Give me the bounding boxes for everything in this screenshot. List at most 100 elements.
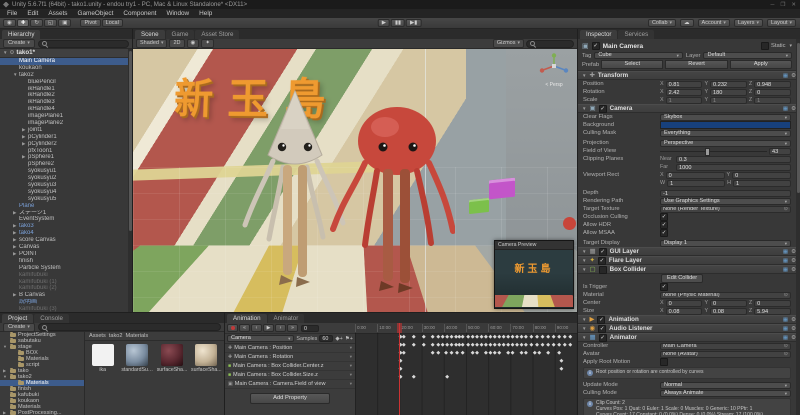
keyframe-rotation[interactable]: ◆ [488,350,492,356]
pause-button[interactable]: ▮▮ [390,19,406,27]
component-enabled-checkbox[interactable]: ✓ [598,247,607,256]
anim-play-button[interactable]: ▶ [263,324,274,332]
hierarchy-item[interactable]: ▶ tako4 [0,230,132,237]
reference-icon[interactable]: ▦ [783,317,788,323]
hierarchy-item[interactable]: ▶ pCylinder1 [0,134,132,141]
menu-item[interactable]: GameObject [73,10,119,17]
project-search-input[interactable] [37,323,221,331]
inspector-tab[interactable]: Services [618,30,655,39]
field-of-view-slider[interactable] [660,148,767,156]
hierarchy-item[interactable]: kamifubuki (1) [0,279,132,286]
hand-tool-icon[interactable]: ◉ [3,19,16,27]
keyframe-combined[interactable]: ◆ [546,334,550,340]
asset-item[interactable]: surfaceSha... [191,344,222,373]
avatar-object-field[interactable]: None (Avatar) ⊙ [660,350,791,358]
h-field[interactable]: 1 [733,179,791,187]
keyframe-rotation[interactable]: ◆ [557,350,561,356]
prefab-select-button[interactable]: Select [601,60,664,69]
keyframe-rotation[interactable]: ◆ [533,350,537,356]
keyframe-combined[interactable]: ◆ [471,334,475,340]
step-button[interactable]: ▶▮ [406,19,422,27]
keyframe-position[interactable]: ◆ [488,342,492,348]
component-header-audio-listener[interactable]: ▼ ◉ ✓ Audio Listener ▦ ⚙ [578,324,800,333]
hierarchy-search-input[interactable] [37,39,129,48]
dopesheet[interactable]: ◆ ◆ ◆ ◆ ◆ ◆ ◆ ◆ ◆ ◆ ◆ ◆ ◆ ◆ ◆ ◆ ◆ ◆ ◆ ◆ ◆ ◆ ◆ ◆ ◆ ◆ ◆ ◆ ◆ ◆ ◆ ◆ ◆ ◆ ◆ ◆ ◆ ◆ ◆ ◆… [355,333,577,415]
asset-item[interactable]: surfaceSha... [156,344,187,373]
component-enabled-checkbox[interactable]: ✓ [597,256,606,265]
prev-key-button[interactable]: ‹ [251,324,262,332]
gameobject-active-checkbox[interactable]: ✓ [591,42,600,50]
keyframe-position[interactable]: ◆ [502,342,506,348]
clip-dropdown[interactable]: Camera ▾ [227,335,295,342]
scene-search-input[interactable] [526,39,574,48]
prefab-revert-button[interactable]: Revert [665,60,728,69]
keyframe-combined[interactable]: ◆ [412,334,416,340]
last-frame-button[interactable]: » [287,324,298,332]
scene-audio-icon[interactable]: ◉ [186,39,200,48]
hierarchy-item[interactable]: Main Camera [0,58,132,65]
cloud-icon[interactable]: ☁ [680,19,694,27]
animated-property-row[interactable]: ■ Main Camera : Box Collider.Size.z ▾ [225,371,355,380]
hierarchy-item[interactable]: syokusyu4 [0,189,132,196]
keyframe-position[interactable]: ◆ [471,342,475,348]
project-tab[interactable]: Project [2,314,34,323]
position-z-field[interactable]: 0.948 [754,80,791,88]
rotation-y-field[interactable]: 180 [710,88,747,96]
component-enabled-checkbox[interactable] [598,265,607,274]
keyframe-position[interactable]: ◆ [402,342,406,348]
keyframe-combined[interactable]: ◆ [568,334,572,340]
keyframe-combined[interactable]: ◆ [530,334,534,340]
playhead[interactable] [399,323,401,415]
layers-dropdown[interactable]: Layers ▾ [733,19,763,27]
keyframe-combined[interactable]: ◆ [450,334,454,340]
culling-mask-dropdown[interactable]: Everything ▾ [660,129,791,137]
keyframe-field-of-view[interactable]: ◆ [412,374,416,380]
hierarchy-item[interactable]: syokusyu2 [0,175,132,182]
hierarchy-item[interactable]: imagePlane2 [0,120,132,127]
keyframe-combined[interactable]: ◆ [466,334,470,340]
size-z-field[interactable]: 5.94 [754,307,791,315]
close-button[interactable]: ✕ [791,2,796,8]
keyframe-position[interactable]: ◆ [450,342,454,348]
breadcrumb-item[interactable]: Materials [125,333,148,339]
rotation-x-field[interactable]: 2.42 [665,88,703,96]
menu-item[interactable]: Edit [22,10,43,17]
keyframe-position[interactable]: ◆ [422,342,426,348]
hierarchy-item[interactable]: finish [0,258,132,265]
keyframe-box-center-z[interactable]: ◆ [560,358,564,364]
static-toggle[interactable]: Static ▾ [760,42,792,50]
animated-property-row[interactable]: ✚ Main Camera : Rotation ▾ [225,353,355,362]
is-trigger-checkbox[interactable]: ✓ [660,283,668,291]
asset-item[interactable]: ika [87,344,118,373]
scene-orientation-gizmo[interactable]: < Persp [537,53,571,88]
keyframe-rotation[interactable]: ◆ [520,350,524,356]
hierarchy-item[interactable]: ▶ ステージ1 [0,210,132,217]
animation-tab[interactable]: Animator [267,314,305,323]
reference-icon[interactable]: ▦ [783,267,788,273]
hierarchy-item[interactable]: ▶ joint1 [0,127,132,134]
keyframe-position[interactable]: ◆ [511,342,515,348]
add-property-button[interactable]: Add Property [250,393,330,404]
background-color-swatch[interactable] [660,121,791,129]
center-x-field[interactable]: 0 [665,299,703,307]
keyframe-position[interactable]: ◆ [461,342,465,348]
keyframe-position[interactable]: ◆ [557,342,561,348]
scene-tab[interactable]: Scene [135,30,165,39]
keyframe-position[interactable]: ◆ [535,342,539,348]
occlusion-culling-checkbox[interactable]: ✓ [660,213,668,221]
keyframe-position[interactable]: ◆ [541,342,545,348]
reference-icon[interactable]: ▦ [783,106,788,112]
keyframe-position[interactable]: ◆ [515,342,519,348]
depth-field[interactable]: -1 [660,189,791,197]
apply-root-motion-checkbox[interactable] [660,358,668,366]
keyframe-rotation[interactable]: ◆ [493,350,497,356]
keyframe-position[interactable]: ◆ [480,342,484,348]
keyframe-position[interactable]: ◆ [506,342,510,348]
play-button[interactable]: ▶ [377,19,390,27]
rotate-tool-icon[interactable]: ↻ [30,19,44,27]
collab-dropdown[interactable]: Collab ▾ [647,19,677,27]
playhead-handle[interactable] [397,323,403,333]
size-y-field[interactable]: 0.08 [710,307,747,315]
hierarchy-item[interactable]: koukaon [0,65,132,72]
keyframe-rotation[interactable]: ◆ [497,350,501,356]
